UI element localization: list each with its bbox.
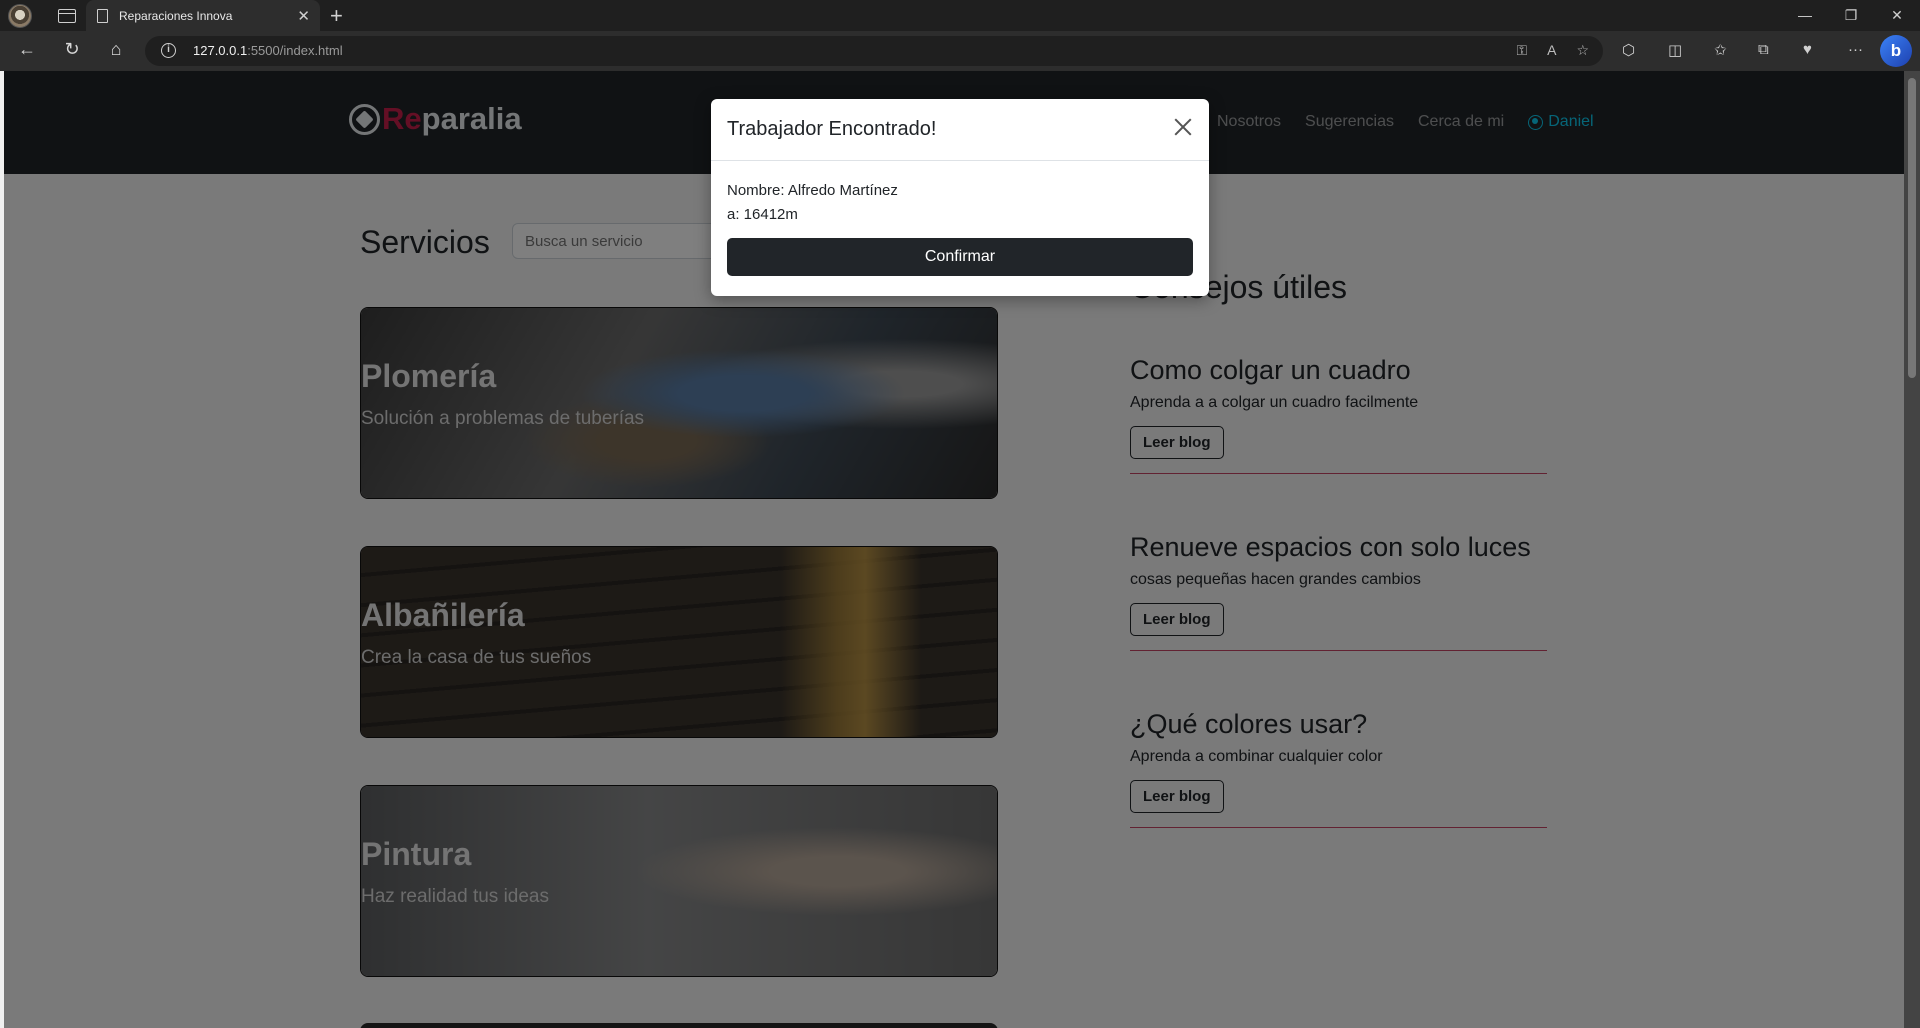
refresh-icon[interactable]: ↻ (60, 39, 84, 60)
favorite-star-icon[interactable]: ☆ (1576, 42, 1589, 59)
worker-found-modal: Trabajador Encontrado! Nombre: Alfredo M… (711, 99, 1209, 296)
tab-actions-icon[interactable] (58, 8, 76, 23)
extensions-icon[interactable]: ⬡ (1622, 41, 1635, 59)
favorites-icon[interactable]: ✩ (1714, 41, 1727, 59)
browser-essentials-icon[interactable]: ♥ (1803, 41, 1812, 58)
worker-distance: a: 16412m (727, 206, 798, 223)
page-icon (97, 8, 108, 23)
scrollbar-thumb[interactable] (1908, 78, 1916, 378)
split-screen-icon[interactable]: ◫ (1668, 41, 1682, 59)
browser-toolbar: ← ↻ ⌂ i 127.0.0.1:5500/index.html ⚿ A ☆ … (0, 31, 1920, 71)
close-window-icon[interactable]: ✕ (1874, 0, 1920, 31)
confirm-button[interactable]: Confirmar (727, 238, 1193, 276)
address-bar[interactable]: i 127.0.0.1:5500/index.html ⚿ A ☆ (145, 36, 1603, 66)
site-info-icon[interactable]: i (161, 43, 176, 58)
close-icon[interactable] (1171, 115, 1195, 139)
home-icon[interactable]: ⌂ (104, 39, 128, 60)
modal-body: Nombre: Alfredo Martínez a: 16412m (711, 161, 1209, 227)
more-options-icon[interactable]: ··· (1848, 41, 1863, 58)
close-tab-icon[interactable]: ✕ (297, 7, 310, 25)
copilot-icon[interactable]: b (1880, 35, 1912, 67)
worker-name: Nombre: Alfredo Martínez (727, 182, 898, 199)
profile-avatar[interactable] (8, 3, 32, 28)
read-aloud-icon[interactable]: A (1547, 42, 1556, 59)
url-text: 127.0.0.1:5500/index.html (193, 43, 343, 58)
collections-icon[interactable]: ⧉ (1758, 41, 1769, 58)
tab-title: Reparaciones Innova (119, 8, 233, 23)
browser-tab[interactable]: Reparaciones Innova ✕ (86, 0, 320, 31)
minimize-icon[interactable]: — (1782, 0, 1828, 31)
window-controls: — ❐ ✕ (1782, 0, 1920, 31)
password-key-icon[interactable]: ⚿ (1516, 42, 1527, 59)
browser-tab-bar: Reparaciones Innova ✕ + — ❐ ✕ (0, 0, 1920, 31)
modal-title: Trabajador Encontrado! (727, 118, 937, 140)
restore-icon[interactable]: ❐ (1828, 0, 1874, 31)
new-tab-icon[interactable]: + (330, 3, 343, 29)
modal-header: Trabajador Encontrado! (711, 99, 1209, 161)
back-icon[interactable]: ← (15, 39, 39, 60)
